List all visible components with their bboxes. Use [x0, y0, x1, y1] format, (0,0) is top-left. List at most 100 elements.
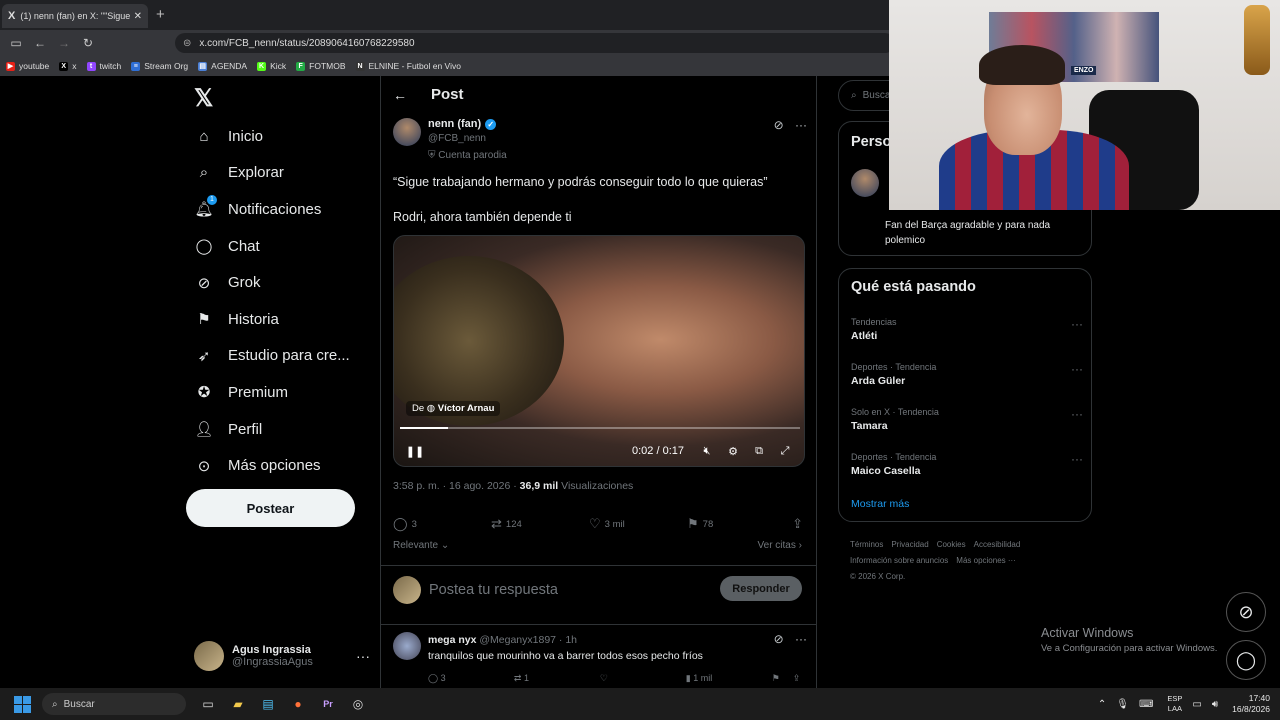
clock[interactable]: 17:40 16/8/2026	[1232, 693, 1270, 715]
share-button[interactable]: ⇪	[792, 516, 807, 532]
video-source-label[interactable]: De ◍ Víctor Arnau	[406, 401, 501, 416]
messages-fab-icon[interactable]: ◯	[1226, 640, 1266, 680]
bookmark-item[interactable]: K Kick	[257, 61, 286, 71]
reply-button[interactable]: ◯ 3	[393, 516, 491, 532]
post-button[interactable]: Postear	[186, 489, 355, 527]
volume-icon[interactable]: 🔊︎	[1212, 699, 1218, 710]
footer-link[interactable]: Más opciones ···	[956, 556, 1016, 565]
avatar[interactable]	[393, 118, 421, 146]
reload-icon[interactable]: ↻	[76, 36, 100, 50]
avatar[interactable]	[393, 632, 421, 660]
trend-item[interactable]: Solo en X · Tendencia Tamara ···	[851, 407, 1083, 432]
more-icon[interactable]: ···	[356, 648, 370, 664]
nav-item-más[interactable]: ⊙ Más opciones	[193, 447, 350, 484]
site-info-icon[interactable]: ⊜	[183, 38, 191, 49]
microphone-icon[interactable]: 🎙︎	[1116, 699, 1129, 710]
tray-chevron-icon[interactable]: ⌃	[1098, 699, 1106, 710]
bookmark-item[interactable]: Xx	[59, 61, 77, 71]
bookmark-item[interactable]: F FOTMOB	[296, 61, 346, 71]
reply-input[interactable]: Postea tu respuesta	[429, 582, 558, 598]
more-icon[interactable]: ···	[1071, 317, 1083, 331]
author-handle[interactable]: @FCB_nenn	[428, 133, 486, 144]
view-quotes-link[interactable]: Ver citas ›	[758, 540, 802, 551]
close-tab-icon[interactable]: ✕	[134, 11, 142, 22]
back-icon[interactable]: ←	[28, 36, 52, 50]
footer-link[interactable]: Términos	[850, 540, 883, 549]
post-timestamp[interactable]: 3:58 p. m. · 16 ago. 2026 ·	[393, 480, 517, 492]
reply-like-button[interactable]: ♡	[600, 673, 686, 684]
reply-bookmark-icon[interactable]: ⚑	[772, 673, 793, 684]
reply-submit-button[interactable]: Responder	[720, 576, 802, 601]
new-tab-icon[interactable]: +	[156, 6, 165, 23]
show-more-link[interactable]: Mostrar más	[851, 498, 909, 510]
footer-link[interactable]: Cookies	[937, 540, 966, 549]
reply-share-icon[interactable]: ⇪	[793, 673, 808, 684]
nav-item-chat[interactable]: ◯ Chat	[193, 228, 350, 265]
avatar[interactable]	[851, 169, 879, 197]
video-player[interactable]: De ◍ Víctor Arnau ❚❚ 0:02 / 0:17 🔇︎ ⚙ ⧉ …	[393, 235, 805, 467]
grok-icon[interactable]: ⊘	[774, 118, 784, 132]
nav-item-inicio[interactable]: ⌂ Inicio	[193, 118, 350, 155]
language-indicator[interactable]: ESP LAA	[1167, 694, 1182, 714]
bookmark-item[interactable]: ▤ AGENDA	[198, 61, 247, 71]
sidebar-toggle-icon[interactable]: ▭	[4, 36, 28, 50]
trend-item[interactable]: Deportes · Tendencia Arda Güler ···	[851, 362, 1083, 387]
nav-item-premium[interactable]: ✪ Premium	[193, 374, 350, 411]
reply-author-name[interactable]: mega nyx	[428, 634, 476, 646]
nav-item-grok[interactable]: ⊘ Grok	[193, 264, 350, 301]
bookmark-item[interactable]: ▶ youtube	[6, 61, 49, 71]
pause-icon[interactable]: ❚❚	[402, 445, 428, 458]
grok-fab-icon[interactable]: ⊘	[1226, 592, 1266, 632]
repost-button[interactable]: ⇄ 124	[491, 516, 589, 532]
nav-item-perfil[interactable]: 👤︎ Perfil	[193, 411, 350, 448]
keyboard-icon[interactable]: ⌨	[1139, 699, 1153, 710]
windows-start-icon[interactable]	[8, 690, 36, 718]
more-icon[interactable]: ···	[1071, 407, 1083, 421]
bookmark-item[interactable]: t twitch	[86, 61, 121, 71]
premiere-icon[interactable]: Pr	[314, 693, 342, 715]
network-icon[interactable]: ▭	[1192, 699, 1201, 710]
settings-gear-icon[interactable]: ⚙	[720, 445, 746, 458]
footer-link[interactable]: Accesibilidad	[974, 540, 1021, 549]
author-name-link[interactable]: nenn (fan) ✓	[428, 118, 497, 130]
nav-item-explorar[interactable]: ⌕ Explorar	[193, 155, 350, 192]
pip-icon[interactable]: ⧉	[746, 445, 772, 458]
video-progress-bar[interactable]	[400, 427, 800, 429]
address-bar[interactable]: ⊜ x.com/FCB_nenn/status/2089064160768229…	[175, 33, 895, 53]
reply-reply-button[interactable]: ◯ 3	[428, 673, 514, 684]
browser-tab[interactable]: X (1) nenn (fan) en X: ""Sigue tra... ✕	[2, 4, 148, 28]
footer-link[interactable]: © 2026 X Corp.	[850, 572, 905, 581]
chrome-icon[interactable]: ◎	[344, 693, 372, 715]
grok-icon[interactable]: ⊘	[774, 632, 784, 646]
sort-dropdown[interactable]: Relevante ⌄	[393, 540, 449, 551]
footer-link[interactable]: Privacidad	[891, 540, 928, 549]
nav-item-notificaciones[interactable]: 🔔︎ 1 Notificaciones	[193, 191, 350, 228]
reply-views-button[interactable]: ▮ 1 mil	[686, 673, 772, 684]
fullscreen-icon[interactable]: ⤢	[772, 445, 798, 458]
more-icon[interactable]: ···	[1071, 362, 1083, 376]
x-logo-icon[interactable]: 𝕏	[194, 84, 213, 113]
taskbar-search[interactable]: ⌕ Buscar	[42, 693, 186, 715]
file-explorer-icon[interactable]: ▰	[224, 693, 252, 715]
notepad-icon[interactable]: ▤	[254, 693, 282, 715]
more-icon[interactable]: ···	[1071, 452, 1083, 466]
reply-repost-button[interactable]: ⇄ 1	[514, 673, 600, 684]
trend-item[interactable]: Deportes · Tendencia Maico Casella ···	[851, 452, 1083, 477]
back-arrow-icon[interactable]: ←	[393, 87, 407, 103]
footer-link[interactable]: Información sobre anuncios	[850, 556, 948, 565]
bookmark-item[interactable]: N ELNINE - Futbol en Vivo	[355, 61, 461, 71]
nav-item-estudio[interactable]: ➶ Estudio para cre...	[193, 338, 350, 375]
more-icon[interactable]: ···	[795, 118, 807, 132]
mute-icon[interactable]: 🔇︎	[694, 445, 720, 458]
bookmark-button[interactable]: ⚑ 78	[687, 516, 785, 532]
account-switcher[interactable]: Agus Ingrassia @IngrassiaAgus ···	[194, 640, 370, 672]
nav-item-historia[interactable]: ⚑ Historia	[193, 301, 350, 338]
bookmark-item[interactable]: ≡ Stream Org	[131, 61, 188, 71]
task-view-icon[interactable]: ▭	[194, 693, 222, 715]
reply-author-handle[interactable]: @Meganyx1897 · 1h	[479, 634, 577, 646]
firefox-icon[interactable]: ●	[284, 693, 312, 715]
forward-icon[interactable]: →	[52, 36, 76, 50]
like-button[interactable]: ♡ 3 mil	[589, 516, 687, 532]
trend-item[interactable]: Tendencias Atléti ···	[851, 317, 1083, 342]
more-icon[interactable]: ···	[795, 632, 807, 646]
